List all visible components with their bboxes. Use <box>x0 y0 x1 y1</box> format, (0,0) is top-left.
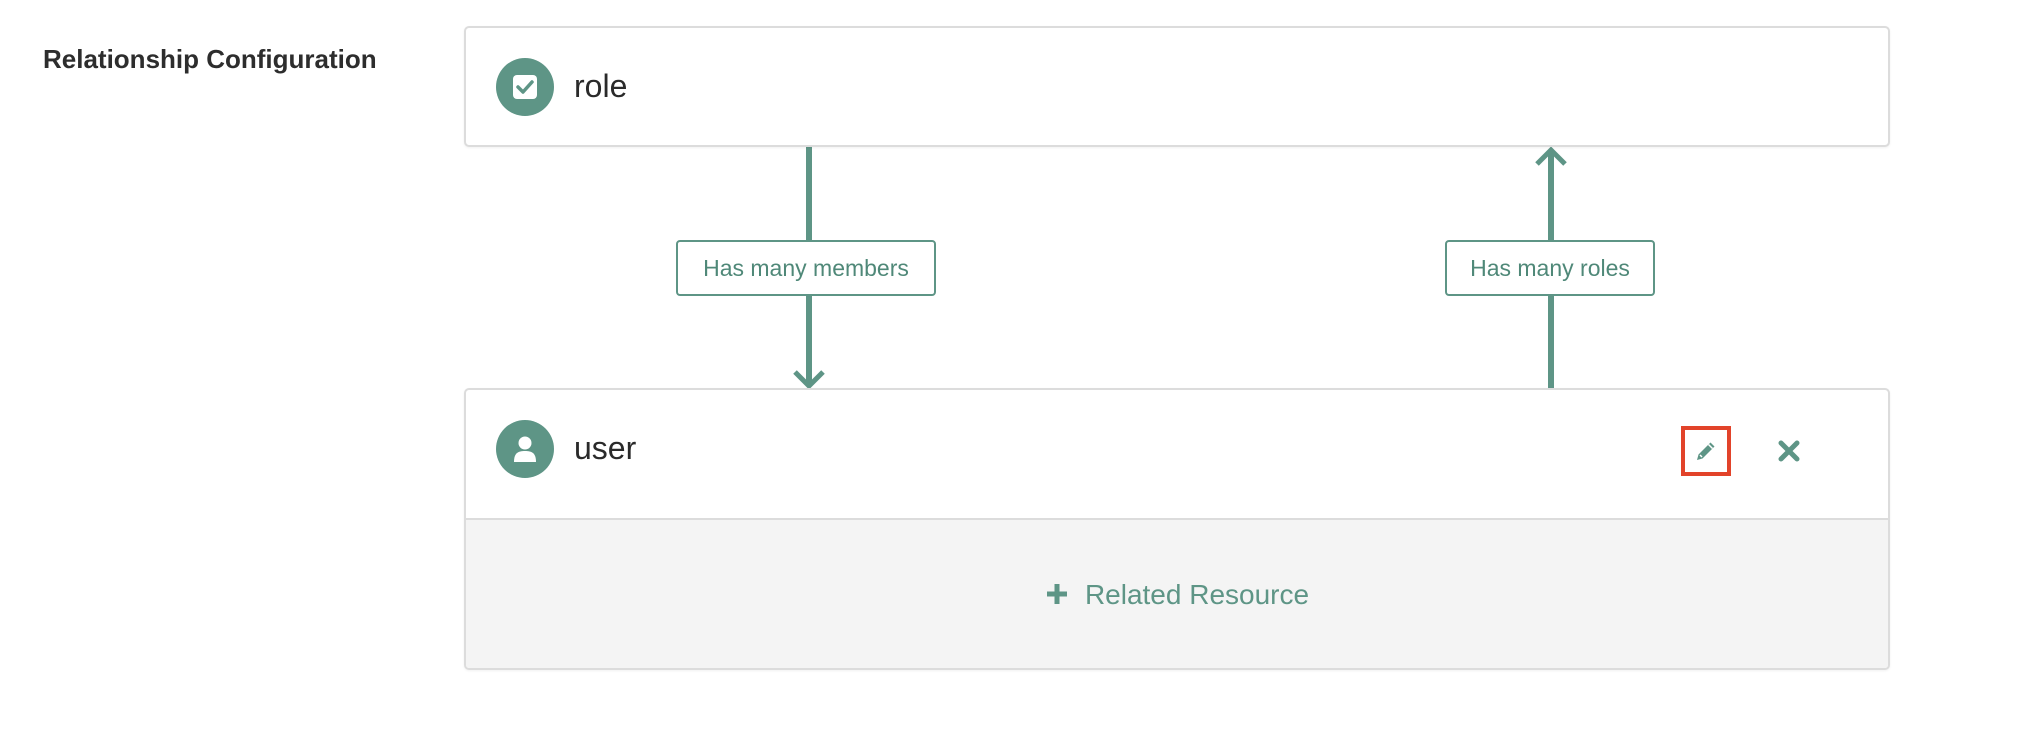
has-many-members-label[interactable]: Has many members <box>676 240 936 296</box>
add-related-resource-label: Related Resource <box>1084 579 1310 610</box>
has-many-roles-label[interactable]: Has many roles <box>1445 240 1655 296</box>
role-avatar <box>496 58 554 116</box>
user-title: user <box>574 430 637 466</box>
close-icon <box>1778 440 1800 462</box>
delete-button[interactable] <box>1766 428 1812 474</box>
user-card-header: user <box>466 390 1888 520</box>
checkbox-icon <box>512 74 538 100</box>
edit-button[interactable] <box>1681 426 1731 476</box>
user-avatar <box>496 420 554 478</box>
role-title: role <box>574 68 628 104</box>
user-card: user Related Resource <box>464 388 1890 670</box>
user-card-footer: Related Resource <box>466 520 1888 668</box>
plus-icon <box>1045 578 1069 612</box>
pencil-icon <box>1694 439 1718 463</box>
relationship-configuration-panel: Relationship Configuration Has many memb… <box>0 0 2032 734</box>
add-related-resource-button[interactable]: Related Resource <box>1045 578 1309 612</box>
role-card: role <box>464 26 1890 147</box>
user-icon <box>512 435 538 463</box>
